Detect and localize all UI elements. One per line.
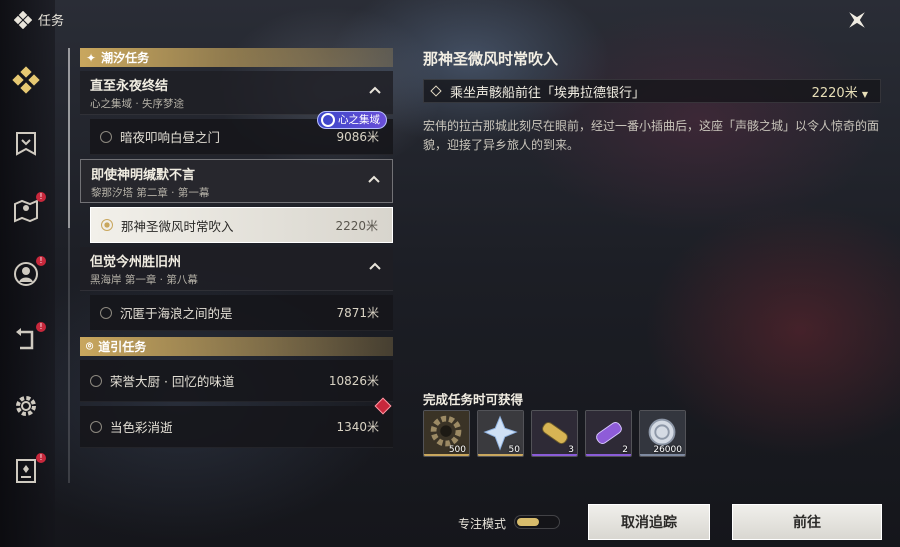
region-tag-label: 心之集域 (338, 114, 380, 126)
section-label: 道引任务 (98, 340, 147, 354)
detail-title: 那神圣微风时常吹入 (423, 50, 559, 68)
quest-list: ✦ 潮汐任务 直至永夜终结 心之集域 · 失序梦途 暗夜叩响白昼之门 9086米… (80, 48, 393, 483)
objective-row[interactable]: 乘坐声骸船前往「埃弗拉德银行」 2220米 ▼ (423, 79, 881, 103)
task-name: 暗夜叩响白昼之门 (120, 130, 221, 145)
focus-mode-toggle[interactable] (514, 515, 560, 529)
location-pin-icon: ⌾ (86, 339, 94, 353)
toggle-knob (517, 518, 539, 526)
task-distance: 10826米 (328, 374, 379, 388)
book-icon (16, 459, 36, 483)
objective-diamond-icon (430, 85, 442, 97)
track-circle-icon (100, 130, 112, 143)
reward-item[interactable]: 2 (585, 410, 632, 457)
cancel-track-button[interactable]: 取消追踪 (588, 504, 710, 540)
sidebar-item-map[interactable]: ! (10, 192, 46, 226)
caret-down-icon: ▼ (861, 89, 868, 99)
group-title: 但觉今州胜旧州 (90, 255, 182, 270)
chevron-up-icon[interactable] (369, 85, 381, 97)
quest-task[interactable]: 当色彩消逝 1340米 (80, 397, 393, 448)
return-arrow-icon (16, 328, 34, 350)
rewards-title: 完成任务时可获得 (423, 392, 524, 407)
track-circle-icon (100, 306, 112, 319)
objective-text: 乘坐声骸船前往「埃弗拉德银行」 (450, 85, 646, 101)
task-distance: 9086米 (336, 130, 379, 144)
quest-task[interactable]: 荣誉大厨 · 回忆的味道 10826米 (80, 360, 393, 402)
alert-badge: ! (36, 453, 46, 463)
objective-distance: 2220米 ▼ (812, 82, 868, 101)
group-title: 即使神明缄默不言 (91, 168, 196, 183)
reward-qty: 26000 (653, 445, 682, 455)
alert-badge: ! (36, 192, 46, 202)
sidebar-item-character[interactable]: ! (10, 256, 46, 290)
reward-item[interactable]: 500 (423, 410, 470, 457)
sidebar-item-banner[interactable] (10, 128, 42, 160)
gear-icon (16, 396, 36, 416)
group-title: 直至永夜终结 (90, 79, 169, 94)
quest-group[interactable]: 但觉今州胜旧州 黑海岸 第一章 · 第八幕 (80, 247, 393, 291)
detail-description: 宏伟的拉古那城此刻尽在眼前，经过一番小插曲后，这座「声骸之城」以令人惊奇的面貌，… (423, 119, 880, 152)
chevron-up-icon[interactable] (369, 261, 381, 273)
section-label: 潮汐任务 (101, 51, 150, 65)
rewards-list: 500 50 3 2 26000 (423, 410, 686, 457)
track-circle-icon (90, 420, 102, 433)
sparkle-icon: ✦ (86, 50, 97, 65)
swirl-icon (321, 113, 335, 127)
quest-task[interactable]: 暗夜叩响白昼之门 9086米 心之集域 (90, 111, 393, 155)
banner-icon (16, 132, 36, 156)
page-title: 任务 (38, 14, 65, 29)
reward-item[interactable]: 26000 (639, 410, 686, 457)
sidebar-item-return[interactable]: ! (10, 322, 46, 356)
quest-task-selected[interactable]: 那神圣微风时常吹入 2220米 (90, 207, 393, 243)
reward-item[interactable]: 3 (531, 410, 578, 457)
reward-qty: 3 (568, 445, 574, 455)
reward-item[interactable]: 50 (477, 410, 524, 457)
quest-group[interactable]: 直至永夜终结 心之集域 · 失序梦途 (80, 71, 393, 115)
scrollbar-thumb[interactable] (68, 48, 70, 228)
task-distance: 1340米 (336, 420, 379, 434)
task-name: 当色彩消逝 (110, 420, 173, 435)
task-distance: 2220米 (335, 218, 378, 233)
task-name: 沉匿于海浪之间的是 (120, 306, 233, 321)
sidebar-item-settings[interactable] (10, 390, 42, 422)
focus-mode-label: 专注模式 (458, 517, 507, 531)
person-circle-icon (14, 262, 38, 286)
sidebar-item-book[interactable]: ! (10, 453, 46, 487)
quest-task[interactable]: 沉匿于海浪之间的是 7871米 (90, 295, 393, 331)
close-star-icon[interactable] (845, 8, 869, 32)
quest-detail: 那神圣微风时常吹入 乘坐声骸船前往「埃弗拉德银行」 2220米 ▼ 宏伟的拉古那… (423, 48, 883, 155)
alert-badge: ! (36, 256, 46, 266)
track-circle-icon (90, 374, 102, 387)
diamonds-icon (12, 66, 40, 94)
section-guide-quests: ⌾ 道引任务 (80, 337, 393, 356)
task-name: 荣誉大厨 · 回忆的味道 (110, 374, 235, 389)
group-subtitle: 黎那汐塔 第二章 · 第一幕 (91, 187, 210, 199)
region-tag: 心之集域 (317, 111, 387, 129)
sidebar-item-quests[interactable] (10, 64, 42, 96)
task-distance: 7871米 (336, 306, 379, 320)
group-subtitle: 黑海岸 第一章 · 第八幕 (90, 274, 198, 286)
reward-qty: 500 (448, 445, 466, 455)
header: 任务 (14, 10, 64, 29)
go-button[interactable]: 前往 (732, 504, 882, 540)
reward-qty: 2 (622, 445, 628, 455)
quest-diamonds-icon (14, 10, 32, 29)
alert-badge: ! (36, 322, 46, 332)
quest-group[interactable]: 即使神明缄默不言 黎那汐塔 第二章 · 第一幕 (80, 159, 393, 203)
quest-list-scrollbar[interactable] (68, 48, 70, 483)
map-pin-icon (14, 199, 38, 223)
objective-distance-value: 2220米 (811, 85, 858, 101)
section-tide-quests: ✦ 潮汐任务 (80, 48, 393, 67)
reward-qty: 50 (508, 445, 520, 455)
task-name: 那神圣微风时常吹入 (121, 218, 234, 234)
chevron-up-icon[interactable] (368, 174, 380, 186)
group-subtitle: 心之集域 · 失序梦途 (90, 98, 185, 110)
tracked-circle-icon (101, 219, 113, 231)
